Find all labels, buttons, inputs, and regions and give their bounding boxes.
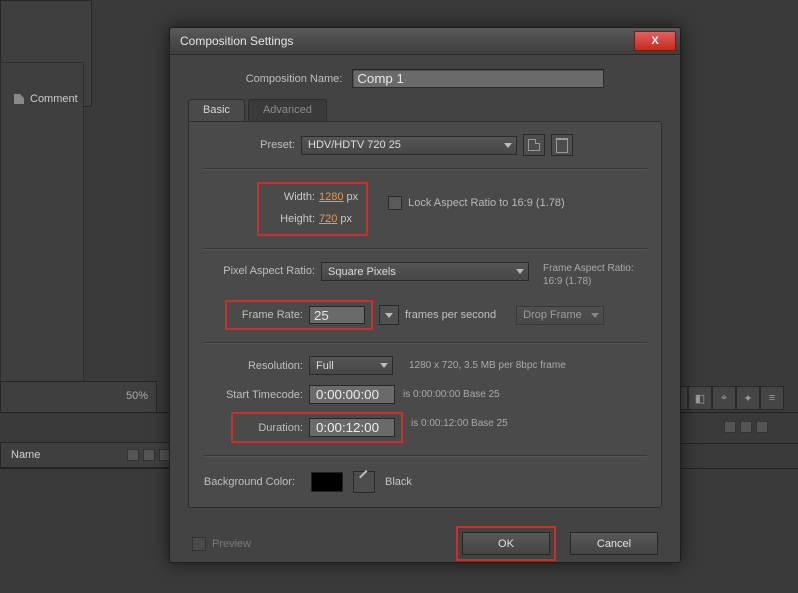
preview-toggle: Preview (192, 537, 251, 551)
width-unit: px (346, 191, 358, 203)
height-field[interactable]: 720 (319, 213, 337, 225)
framerate-dropdown-button[interactable] (379, 305, 399, 325)
name-col-label: Name (11, 449, 40, 461)
bg-mini-button[interactable] (740, 421, 752, 433)
ok-button[interactable]: OK (462, 532, 550, 555)
chevron-down-icon (385, 313, 393, 318)
tab-basic[interactable]: Basic (188, 99, 245, 121)
bg-tool-button[interactable]: ≡ (760, 386, 784, 410)
framerate-highlight: Frame Rate: (225, 300, 373, 330)
tag-icon (14, 94, 24, 104)
drop-frame-dropdown: Drop Frame (516, 306, 604, 325)
chevron-down-icon (591, 313, 599, 318)
duration-highlight: Duration: (231, 412, 403, 443)
lock-aspect-checkbox[interactable] (388, 196, 402, 210)
comp-name-field[interactable] (352, 69, 604, 88)
bg-mini-button[interactable] (724, 421, 736, 433)
close-icon: X (651, 35, 658, 47)
close-button[interactable]: X (634, 31, 676, 51)
resolution-info: 1280 x 720, 3.5 MB per 8bpc frame (409, 360, 566, 371)
comp-name-label: Composition Name: (246, 73, 349, 85)
bg-name-header: Name (0, 442, 180, 468)
duration-field[interactable] (309, 418, 395, 437)
bg-tool-button[interactable]: ⌖ (712, 386, 736, 410)
trash-icon (556, 138, 568, 153)
bg-tool-button[interactable]: ◧ (688, 386, 712, 410)
drop-frame-value: Drop Frame (523, 309, 582, 321)
tab-advanced[interactable]: Advanced (248, 99, 327, 121)
delete-preset-button[interactable] (551, 134, 573, 156)
dialog-title: Composition Settings (180, 34, 293, 48)
tabs: Basic Advanced (188, 98, 662, 121)
eyedropper-button[interactable] (353, 471, 375, 493)
height-unit: px (340, 213, 352, 225)
bg-toolbar: ▦ ◧ ⌖ ✦ ≡ (664, 386, 794, 410)
comment-label: Comment (30, 93, 78, 105)
divider (203, 342, 647, 344)
ok-highlight: OK (456, 526, 556, 561)
bg-comment-column: Comment (14, 93, 78, 105)
framerate-label: Frame Rate: (233, 309, 309, 321)
preset-value: HDV/HDTV 720 25 (308, 139, 401, 151)
save-icon (528, 139, 540, 151)
divider (203, 248, 647, 250)
frame-aspect-line1: Frame Aspect Ratio: (543, 262, 634, 275)
bg-icon[interactable] (143, 449, 155, 461)
start-timecode-info: is 0:00:00:00 Base 25 (403, 389, 500, 400)
composition-settings-dialog: Composition Settings X Composition Name:… (169, 27, 681, 563)
resolution-label: Resolution: (203, 360, 309, 372)
resolution-value: Full (316, 360, 334, 372)
cancel-button[interactable]: Cancel (570, 532, 658, 555)
start-timecode-label: Start Timecode: (203, 389, 309, 401)
height-label: Height: (267, 213, 319, 225)
width-field[interactable]: 1280 (319, 191, 343, 203)
bg-tool-button[interactable]: ✦ (736, 386, 760, 410)
lock-aspect-label: Lock Aspect Ratio to 16:9 (1.78) (408, 197, 565, 209)
eyedropper-icon (358, 476, 370, 488)
frame-aspect-line2: 16:9 (1.78) (543, 275, 634, 288)
save-preset-button[interactable] (523, 134, 545, 156)
dialog-footer: Preview OK Cancel (188, 526, 662, 561)
preset-label: Preset: (203, 139, 301, 151)
pixel-aspect-dropdown[interactable]: Square Pixels (321, 262, 529, 281)
preset-dropdown[interactable]: HDV/HDTV 720 25 (301, 136, 517, 155)
bg-mini-button[interactable] (756, 421, 768, 433)
framerate-field[interactable] (309, 306, 365, 324)
duration-info: is 0:00:12:00 Base 25 (411, 418, 508, 429)
bgcolor-label: Background Color: (185, 476, 301, 488)
cancel-label: Cancel (597, 538, 631, 550)
pixel-aspect-value: Square Pixels (328, 266, 396, 278)
divider (203, 455, 647, 457)
width-label: Width: (267, 191, 319, 203)
framerate-suffix: frames per second (405, 309, 496, 321)
dimensions-highlight: Width: 1280 px Height: 720 px (257, 182, 368, 236)
frame-aspect-info: Frame Aspect Ratio: 16:9 (1.78) (543, 262, 634, 288)
duration-label: Duration: (239, 422, 309, 434)
bgcolor-name: Black (385, 476, 412, 488)
bg-panel (0, 62, 84, 404)
chevron-down-icon (504, 143, 512, 148)
preview-checkbox (192, 537, 206, 551)
bg-icon[interactable] (127, 449, 139, 461)
bgcolor-swatch[interactable] (311, 472, 343, 492)
resolution-dropdown[interactable]: Full (309, 356, 393, 375)
dialog-titlebar[interactable]: Composition Settings X (170, 28, 680, 55)
dialog-content: Composition Name: Basic Advanced Preset:… (170, 55, 680, 563)
pixel-aspect-label: Pixel Aspect Ratio: (203, 265, 321, 277)
divider (203, 168, 647, 170)
chevron-down-icon (516, 269, 524, 274)
preview-label: Preview (212, 538, 251, 550)
ok-label: OK (498, 538, 514, 550)
start-timecode-field[interactable] (309, 385, 395, 404)
bg-zoom-level[interactable]: 50% (126, 390, 148, 402)
basic-panel: Preset: HDV/HDTV 720 25 Width: 1280 px (188, 121, 662, 508)
chevron-down-icon (380, 363, 388, 368)
